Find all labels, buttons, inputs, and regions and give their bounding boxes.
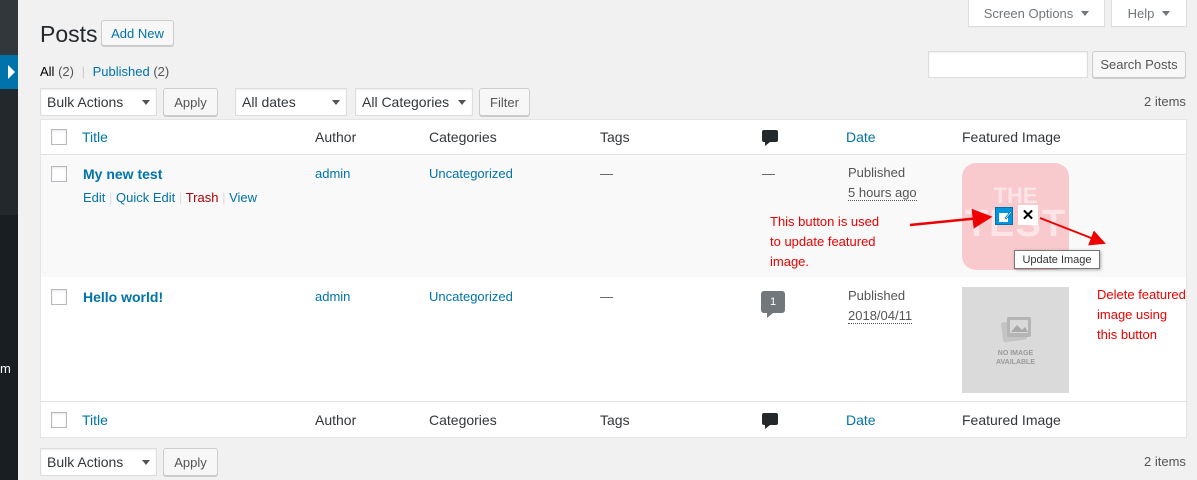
- arrow-to-delete: [1039, 217, 1106, 246]
- arrow-to-update: [909, 208, 993, 229]
- annotation-arrows: [909, 208, 1106, 246]
